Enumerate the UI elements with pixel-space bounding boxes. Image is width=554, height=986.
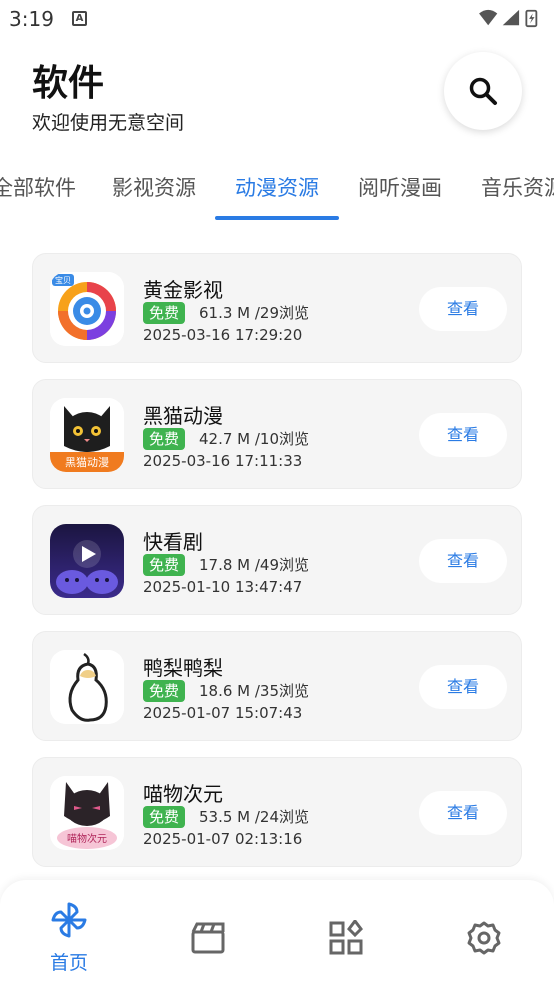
tab-reading-comics[interactable]: 阅听漫画: [358, 172, 442, 202]
app-date: 2025-01-07 02:13:16: [143, 830, 303, 848]
app-date: 2025-03-16 17:11:33: [143, 452, 303, 470]
app-name: 黑猫动漫: [143, 404, 223, 428]
free-badge: 免费: [143, 680, 186, 702]
category-tabs: 全部软件 影视资源 动漫资源 阅听漫画 音乐资源: [0, 150, 554, 223]
gear-icon: [467, 921, 501, 955]
pinwheel-icon: [51, 902, 87, 938]
view-button[interactable]: 查看: [419, 539, 507, 583]
app-icon-yali: [50, 650, 124, 724]
search-button[interactable]: [444, 52, 522, 130]
status-bar: 3:19 A: [0, 0, 554, 36]
system-status-icons: [479, 9, 538, 28]
clapperboard-icon: [191, 922, 225, 954]
app-icon-huangjin: 宝贝: [50, 272, 124, 346]
page-title: 软件: [32, 63, 105, 104]
app-name: 喵物次元: [143, 782, 223, 806]
view-button[interactable]: 查看: [419, 413, 507, 457]
app-date: 2025-01-10 13:47:47: [143, 578, 303, 596]
active-tab-indicator: [215, 216, 339, 220]
app-card[interactable]: 鸭梨鸭梨 免费 18.6 M /35浏览 2025-01-07 15:07:43…: [32, 631, 522, 741]
app-name: 黄金影视: [143, 278, 223, 302]
app-stats: 53.5 M /24浏览: [199, 808, 310, 826]
app-stats: 61.3 M /29浏览: [199, 304, 310, 322]
status-time: 3:19: [9, 7, 54, 31]
app-list: 宝贝 黄金影视 免费 61.3 M /29浏览 2025-03-16 17:29…: [0, 222, 554, 882]
app-stats: 18.6 M /35浏览: [199, 682, 310, 700]
app-stats: 17.8 M /49浏览: [199, 556, 310, 574]
miaowu-icon-text: 喵物次元: [67, 832, 107, 845]
app-name: 快看剧: [143, 530, 203, 554]
huangjin-icon-tag: 宝贝: [55, 275, 71, 285]
nav-settings[interactable]: [454, 898, 514, 968]
apps-grid-icon: [329, 920, 363, 955]
view-button[interactable]: 查看: [419, 665, 507, 709]
app-stats: 42.7 M /10浏览: [199, 430, 310, 448]
free-badge: 免费: [143, 302, 186, 324]
app-card[interactable]: 黑猫动漫 黑猫动漫 免费 42.7 M /10浏览 2025-03-16 17:…: [32, 379, 522, 489]
app-card[interactable]: 宝贝 黄金影视 免费 61.3 M /29浏览 2025-03-16 17:29…: [32, 253, 522, 363]
bottom-navigation: 首页: [0, 880, 554, 986]
signal-icon: [502, 9, 520, 26]
app-date: 2025-03-16 17:29:20: [143, 326, 303, 344]
tab-video-resources[interactable]: 影视资源: [112, 172, 196, 202]
nav-apps[interactable]: [316, 898, 376, 968]
page-subtitle: 欢迎使用无意空间: [32, 112, 185, 134]
nav-home-label: 首页: [49, 952, 88, 974]
free-badge: 免费: [143, 554, 186, 576]
nav-media[interactable]: [178, 898, 238, 968]
view-button[interactable]: 查看: [419, 791, 507, 835]
free-badge: 免费: [143, 806, 186, 828]
app-name: 鸭梨鸭梨: [143, 656, 223, 680]
app-card[interactable]: 快看剧 免费 17.8 M /49浏览 2025-01-10 13:47:47 …: [32, 505, 522, 615]
app-icon-miaowu: 喵物次元: [50, 776, 124, 850]
heimao-icon-text: 黑猫动漫: [65, 455, 109, 469]
free-badge: 免费: [143, 428, 186, 450]
tab-all-software[interactable]: 全部软件: [0, 172, 76, 202]
app-icon-kuaikanju: [50, 524, 124, 598]
notification-a-icon: A: [72, 11, 87, 26]
search-icon: [469, 77, 497, 105]
tab-anime-resources[interactable]: 动漫资源: [235, 172, 319, 202]
nav-home[interactable]: 首页: [39, 898, 99, 974]
wifi-icon: [479, 9, 498, 26]
tab-music-resources[interactable]: 音乐资源: [481, 172, 554, 202]
app-icon-heimao: 黑猫动漫: [50, 398, 124, 472]
app-date: 2025-01-07 15:07:43: [143, 704, 303, 722]
app-card[interactable]: 喵物次元 喵物次元 免费 53.5 M /24浏览 2025-01-07 02:…: [32, 757, 522, 867]
view-button[interactable]: 查看: [419, 287, 507, 331]
